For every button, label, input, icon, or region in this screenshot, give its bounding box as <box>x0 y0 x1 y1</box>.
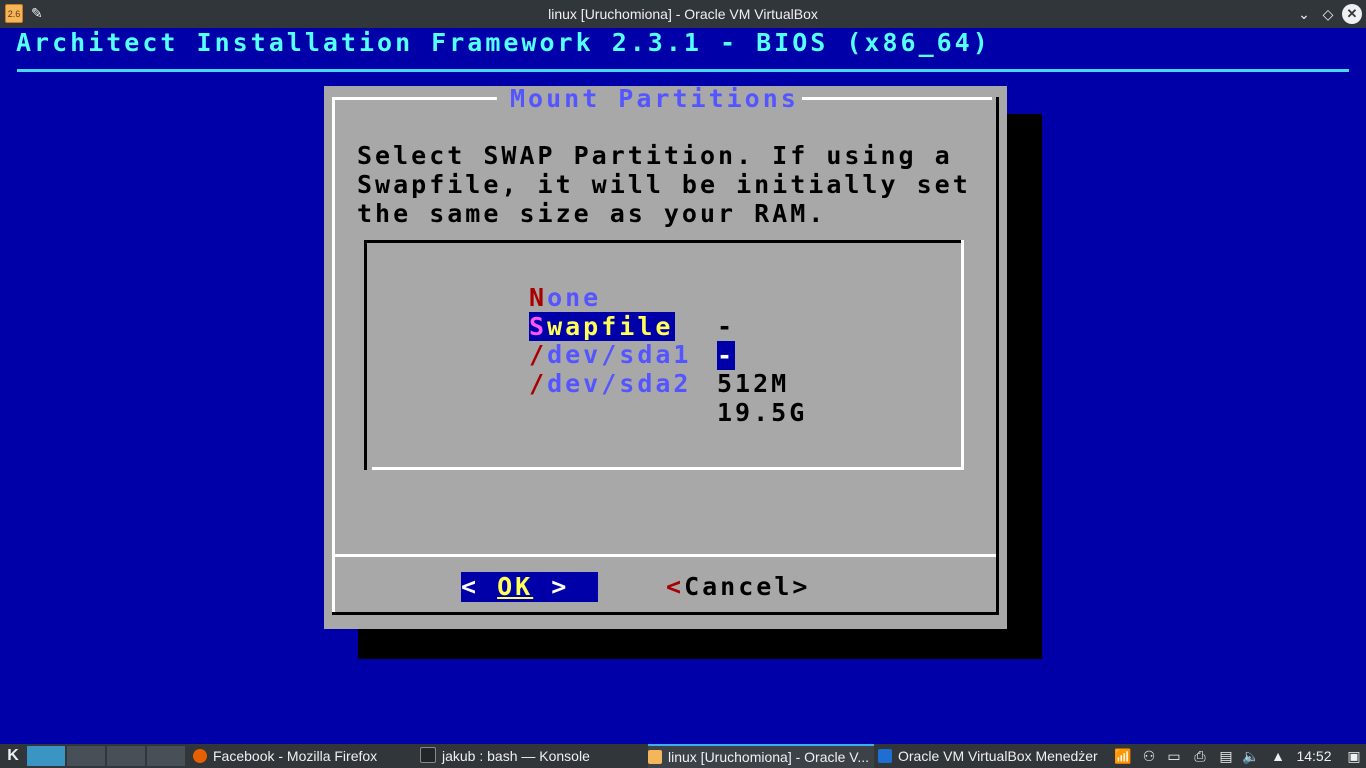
maximize-diamond-icon[interactable]: ◇ <box>1318 4 1338 24</box>
task-firefox[interactable]: Facebook - Mozilla Firefox <box>193 744 415 768</box>
task-virtualbox-manager[interactable]: Oracle VM VirtualBox Menedżer <box>878 744 1100 768</box>
frame-top-left <box>332 97 497 100</box>
frame-top-right <box>802 97 992 100</box>
virtualbox-manager-icon <box>878 749 892 763</box>
virtual-desktop-3[interactable] <box>107 746 145 766</box>
list-item-swapfile[interactable]: Swapfile - <box>529 283 736 370</box>
hotkey: / <box>529 369 548 398</box>
backtitle-underline <box>17 69 1349 72</box>
tray-expand-icon[interactable]: ▲ <box>1267 744 1289 768</box>
battery-icon[interactable]: ▭ <box>1163 744 1185 768</box>
virtual-desktop-4[interactable] <box>147 746 185 766</box>
task-label: jakub : bash — Konsole <box>442 748 590 764</box>
clipboard-icon[interactable]: ▤ <box>1215 744 1237 768</box>
installer-backtitle: Architect Installation Framework 2.3.1 -… <box>16 28 991 57</box>
firefox-icon <box>193 749 207 763</box>
taskbar: K Facebook - Mozilla Firefox jakub : bas… <box>0 744 1366 768</box>
list-item-value: 19.5G <box>717 398 808 427</box>
list-item-value: - <box>717 312 736 341</box>
cancel-label: Cancel> <box>684 572 811 601</box>
frame-right <box>996 97 999 615</box>
cancel-button[interactable]: <Cancel> <box>666 572 810 602</box>
wifi-icon[interactable]: 📶 <box>1112 744 1134 768</box>
virtual-desktop-2[interactable] <box>67 746 105 766</box>
ok-button[interactable]: < OK > <box>461 572 598 602</box>
partition-list: None - Swapfile - /dev/sda1 512M /dev/sd… <box>364 240 964 470</box>
close-icon[interactable]: ✕ <box>1342 4 1362 24</box>
konsole-icon <box>420 747 436 763</box>
dialog-title: Mount Partitions <box>510 84 799 113</box>
frame-bottom <box>332 612 999 615</box>
virtual-desktop-1[interactable] <box>27 746 65 766</box>
list-item-sda1[interactable]: /dev/sda1 512M <box>529 311 786 398</box>
list-border-top <box>364 240 962 243</box>
window-titlebar[interactable]: 2.6 ✎ linux [Uruchomiona] - Oracle VM Vi… <box>0 0 1366 28</box>
list-item-value: 512M <box>717 369 790 398</box>
vm-screen[interactable]: Architect Installation Framework 2.3.1 -… <box>0 28 1366 744</box>
virtualbox-vm-icon <box>648 750 662 764</box>
task-label: Oracle VM VirtualBox Menedżer <box>898 748 1098 764</box>
task-label: Facebook - Mozilla Firefox <box>213 748 378 764</box>
task-label: linux [Uruchomiona] - Oracle V... <box>668 749 870 765</box>
ok-label: OK <box>497 572 534 601</box>
printer-icon[interactable]: ⎙ <box>1189 744 1211 768</box>
user-switcher-icon[interactable]: ⚇ <box>1138 744 1160 768</box>
ok-bracket-right: > <box>533 572 570 601</box>
list-item-none[interactable]: None - <box>529 254 732 341</box>
list-item-sda2[interactable]: /dev/sda2 19.5G <box>529 340 804 427</box>
list-border-bottom <box>372 467 964 470</box>
minimize-chevron-icon[interactable]: ⌄ <box>1294 4 1314 24</box>
mount-partitions-dialog: Mount Partitions Select SWAP Partition. … <box>324 84 1007 629</box>
frame-left <box>332 97 335 615</box>
clock[interactable]: 14:52 <box>1294 744 1334 768</box>
list-item-value: - <box>717 341 736 370</box>
application-launcher-icon[interactable]: K <box>4 747 22 765</box>
volume-icon[interactable]: 🔈 <box>1240 744 1262 768</box>
list-border-right <box>961 240 964 470</box>
task-virtualbox-vm[interactable]: linux [Uruchomiona] - Oracle V... <box>648 744 874 768</box>
task-konsole[interactable]: jakub : bash — Konsole <box>420 744 645 768</box>
list-border-left <box>364 240 367 470</box>
dialog-prompt: Select SWAP Partition. If using a Swapfi… <box>357 141 971 228</box>
cancel-bracket: < <box>666 572 685 601</box>
button-separator <box>332 554 996 557</box>
show-desktop-icon[interactable]: ▣ <box>1344 744 1364 768</box>
list-item-tag: /dev/sda2 <box>529 369 691 398</box>
ok-bracket-left: < <box>461 572 498 601</box>
tag-text: dev/sda2 <box>547 369 692 398</box>
window-title: linux [Uruchomiona] - Oracle VM VirtualB… <box>548 6 818 22</box>
